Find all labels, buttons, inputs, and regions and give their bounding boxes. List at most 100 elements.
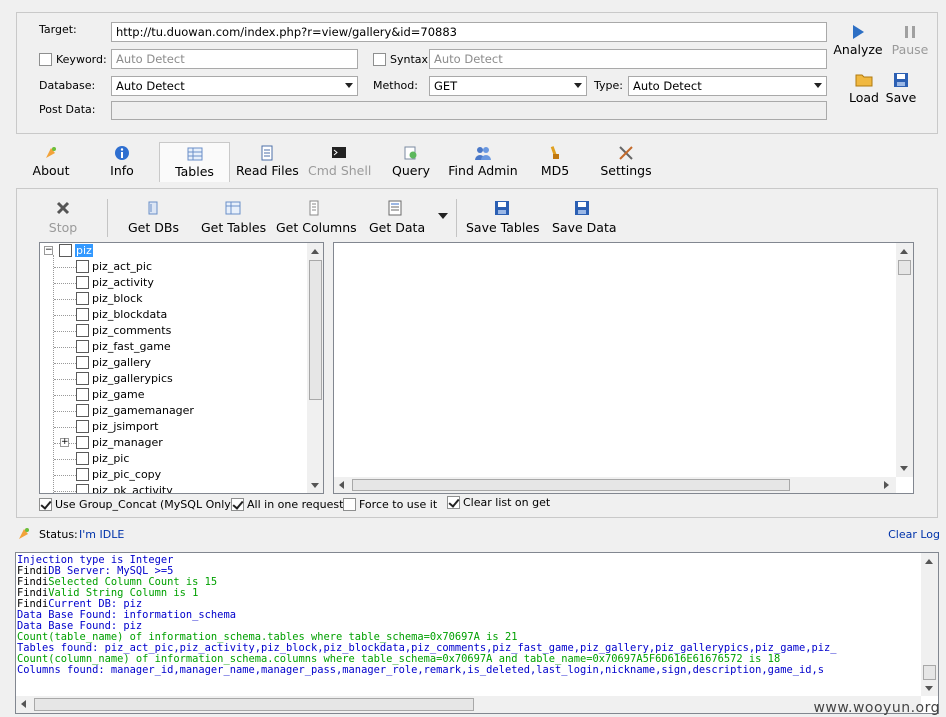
log-horizontal-scrollbar[interactable] bbox=[16, 696, 921, 713]
tree-item-checkbox[interactable] bbox=[76, 340, 89, 353]
scroll-thumb[interactable] bbox=[34, 698, 474, 711]
target-url-input[interactable]: http://tu.duowan.com/index.php?r=view/ga… bbox=[111, 22, 827, 42]
tree-item-checkbox[interactable] bbox=[76, 436, 89, 449]
grid-horizontal-scrollbar[interactable] bbox=[334, 477, 896, 493]
tree-item-checkbox[interactable] bbox=[76, 388, 89, 401]
all-in-one-checkbox[interactable] bbox=[231, 498, 244, 511]
tree-item-checkbox[interactable] bbox=[76, 324, 89, 337]
tab-find-admin-label: Find Admin bbox=[448, 163, 518, 178]
post-data-label: Post Data: bbox=[39, 103, 96, 116]
shell-icon bbox=[308, 145, 370, 161]
save-tables-label: Save Tables bbox=[466, 220, 540, 235]
tab-read-files[interactable]: Read Files bbox=[236, 142, 299, 180]
grid-vertical-scrollbar[interactable] bbox=[896, 243, 913, 477]
database-select[interactable]: Auto Detect bbox=[111, 76, 358, 96]
tree-guide-line bbox=[54, 299, 76, 300]
save-data-button[interactable]: Save Data bbox=[552, 200, 617, 235]
tab-md5[interactable]: MD5 bbox=[538, 142, 572, 180]
scroll-thumb[interactable] bbox=[309, 260, 322, 400]
get-data-button[interactable]: Get Data bbox=[369, 200, 425, 235]
scroll-up-arrow[interactable] bbox=[900, 249, 908, 254]
tab-about[interactable]: About bbox=[28, 142, 74, 180]
log-vertical-scrollbar[interactable] bbox=[921, 553, 938, 696]
clear-log-link[interactable]: Clear Log bbox=[888, 528, 940, 541]
stop-button[interactable]: Stop bbox=[47, 200, 79, 235]
tables-tree[interactable]: − piz piz_act_pic piz_activity piz_block pi… bbox=[39, 242, 324, 494]
tree-root-checkbox[interactable] bbox=[59, 244, 72, 257]
pause-label: Pause bbox=[891, 42, 929, 57]
stop-icon bbox=[47, 200, 79, 217]
tree-item-checkbox[interactable] bbox=[76, 276, 89, 289]
chevron-down-icon bbox=[345, 83, 353, 88]
get-tables-label: Get Tables bbox=[201, 220, 267, 235]
tree-guide-line bbox=[54, 283, 76, 284]
type-select[interactable]: Auto Detect bbox=[628, 76, 827, 96]
scroll-up-arrow[interactable] bbox=[311, 249, 319, 254]
tab-tables[interactable]: Tables bbox=[159, 142, 230, 182]
tree-item-label: piz_game bbox=[92, 388, 145, 401]
all-in-one-label: All in one request. bbox=[247, 498, 347, 511]
database-select-value: Auto Detect bbox=[116, 79, 185, 93]
analyze-button[interactable]: Analyze bbox=[833, 24, 883, 57]
clear-list-checkbox[interactable] bbox=[447, 496, 460, 509]
tab-cmd-shell[interactable]: Cmd Shell bbox=[308, 142, 372, 180]
tree-item-checkbox[interactable] bbox=[76, 308, 89, 321]
tab-find-admin[interactable]: Find Admin bbox=[448, 142, 518, 180]
file-icon bbox=[236, 145, 298, 161]
post-data-input[interactable] bbox=[111, 101, 827, 120]
tab-info[interactable]: Info bbox=[104, 142, 140, 180]
tree-guide-line bbox=[54, 315, 76, 316]
method-select[interactable]: GET bbox=[429, 76, 587, 96]
tree-item-checkbox[interactable] bbox=[76, 468, 89, 481]
scroll-down-arrow[interactable] bbox=[311, 483, 319, 488]
save-tables-button[interactable]: Save Tables bbox=[466, 200, 540, 235]
tab-query[interactable]: Query bbox=[390, 142, 432, 180]
keyword-input[interactable]: Auto Detect bbox=[111, 49, 358, 69]
scroll-thumb[interactable] bbox=[898, 260, 911, 275]
tree-item-checkbox[interactable] bbox=[76, 356, 89, 369]
tree-item-checkbox[interactable] bbox=[76, 404, 89, 417]
get-dbs-button[interactable]: Get DBs bbox=[128, 200, 179, 235]
tree-item-label: piz_manager bbox=[92, 436, 163, 449]
scroll-left-arrow[interactable] bbox=[339, 481, 344, 489]
tree-item-checkbox[interactable] bbox=[76, 372, 89, 385]
scroll-thumb[interactable] bbox=[923, 665, 936, 680]
scroll-down-arrow[interactable] bbox=[900, 466, 908, 471]
database-label: Database: bbox=[39, 79, 96, 92]
toolbar-divider bbox=[107, 199, 108, 237]
tab-cmd-shell-label: Cmd Shell bbox=[308, 163, 372, 178]
collapse-icon[interactable]: − bbox=[44, 246, 53, 255]
expand-icon[interactable]: + bbox=[60, 438, 69, 447]
get-columns-button[interactable]: Get Columns bbox=[276, 200, 357, 235]
analyze-label: Analyze bbox=[833, 42, 883, 57]
tree-item-checkbox[interactable] bbox=[76, 452, 89, 465]
settings-icon bbox=[600, 145, 652, 161]
save-button[interactable]: Save bbox=[876, 72, 926, 105]
syntax-checkbox[interactable] bbox=[373, 53, 386, 66]
scroll-left-arrow[interactable] bbox=[21, 700, 26, 708]
get-data-dropdown-arrow[interactable] bbox=[438, 213, 448, 219]
keyword-checkbox[interactable] bbox=[39, 53, 52, 66]
get-tables-button[interactable]: Get Tables bbox=[201, 200, 267, 235]
scroll-thumb[interactable] bbox=[352, 479, 790, 491]
watermark: www.wooyun.org bbox=[813, 700, 940, 716]
type-select-value: Auto Detect bbox=[633, 79, 702, 93]
tab-settings[interactable]: Settings bbox=[600, 142, 652, 180]
tab-md5-label: MD5 bbox=[540, 163, 570, 178]
tree-item-checkbox[interactable] bbox=[76, 260, 89, 273]
about-icon bbox=[28, 145, 74, 161]
force-checkbox[interactable] bbox=[343, 498, 356, 511]
pause-button[interactable]: Pause bbox=[885, 24, 935, 57]
tree-item-checkbox[interactable] bbox=[76, 420, 89, 433]
group-concat-checkbox[interactable] bbox=[39, 498, 52, 511]
tree-vertical-scrollbar[interactable] bbox=[307, 243, 323, 493]
scroll-up-arrow[interactable] bbox=[925, 559, 933, 564]
data-grid[interactable] bbox=[333, 242, 914, 494]
tree-guide-line bbox=[54, 475, 76, 476]
scroll-right-arrow[interactable] bbox=[884, 481, 889, 489]
log-panel[interactable]: Injection type is Integer FindiDB Server:… bbox=[15, 552, 939, 714]
tree-item-checkbox[interactable] bbox=[76, 484, 89, 493]
scroll-down-arrow[interactable] bbox=[925, 686, 933, 691]
tree-item-checkbox[interactable] bbox=[76, 292, 89, 305]
syntax-input[interactable]: Auto Detect bbox=[429, 49, 827, 69]
